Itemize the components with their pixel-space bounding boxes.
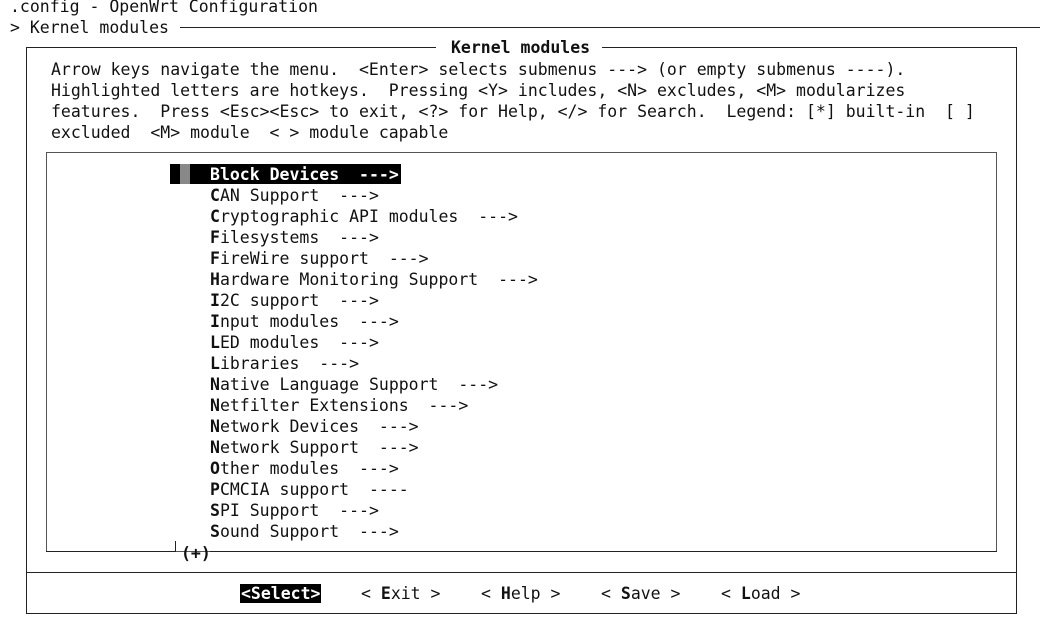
dialog-title: Kernel modules: [451, 38, 591, 57]
load-button[interactable]: < Load >: [721, 583, 800, 604]
button-bracket: <: [481, 584, 501, 603]
menu-item-crypto-api[interactable]: Cryptographic API modules --->: [210, 206, 518, 227]
dialog-top-border-right: [602, 47, 1017, 48]
dialog-left-border: [26, 47, 27, 614]
hotkey-letter: F: [210, 249, 220, 268]
menu-item-spi[interactable]: SPI Support --->: [210, 500, 379, 521]
hotkey-letter: B: [210, 165, 220, 184]
menu-item-sound[interactable]: Sound Support --->: [210, 521, 399, 542]
exit-button[interactable]: < Exit >: [361, 583, 440, 604]
dialog-bottom-border: [26, 613, 1017, 614]
hotkey-letter: E: [380, 584, 391, 603]
hotkey-letter: C: [210, 186, 220, 205]
button-label: oad >: [750, 584, 801, 603]
menu-item-label: ative Language Support --->: [219, 375, 499, 394]
menu-item-label: ound Support --->: [219, 522, 399, 541]
menu-box-bottom-right: [210, 551, 997, 552]
menu-item-led-modules[interactable]: LED modules --->: [210, 332, 379, 353]
menu-item-netfilter[interactable]: Netfilter Extensions --->: [210, 395, 468, 416]
hotkey-letter: F: [210, 228, 220, 247]
button-label: elp >: [510, 584, 561, 603]
select-button-label: <Select>: [240, 584, 322, 603]
menu-item-block-devices[interactable]: Block Devices --->: [210, 164, 399, 185]
hotkey-letter: S: [210, 522, 220, 541]
menu-item-label: etfilter Extensions --->: [219, 396, 469, 415]
menu-item-network-support[interactable]: Network Support --->: [210, 437, 419, 458]
hotkey-letter: O: [210, 459, 220, 478]
menu-item-other-modules[interactable]: Other modules --->: [210, 458, 399, 479]
menu-item-label: lock Devices --->: [219, 165, 399, 184]
selection-cursor: [180, 164, 190, 184]
hotkey-letter: S: [210, 501, 220, 520]
hotkey-letter: L: [210, 354, 220, 373]
window-title: .config - OpenWrt Configuration: [10, 0, 318, 16]
save-button[interactable]: < Save >: [601, 583, 680, 604]
menu-item-firewire[interactable]: FireWire support --->: [210, 248, 429, 269]
button-bracket: <: [601, 584, 621, 603]
hotkey-letter: S: [620, 584, 631, 603]
menu-item-hardware-monitoring[interactable]: Hardware Monitoring Support --->: [210, 269, 538, 290]
button-bracket: <: [361, 584, 381, 603]
menu-item-label: etwork Devices --->: [219, 417, 419, 436]
hotkey-letter: N: [210, 396, 220, 415]
hotkey-letter: N: [210, 375, 220, 394]
hotkey-letter: L: [740, 584, 751, 603]
more-indicator: (+): [181, 544, 211, 563]
menu-item-label: nput modules --->: [219, 312, 399, 331]
hotkey-letter: C: [210, 207, 220, 226]
button-bracket: <: [721, 584, 741, 603]
menu-item-filesystems[interactable]: Filesystems --->: [210, 227, 379, 248]
button-area-divider: [26, 572, 1017, 573]
menu-item-network-devices[interactable]: Network Devices --->: [210, 416, 419, 437]
breadcrumb-rule: [180, 27, 1040, 28]
help-line: features. Press <Esc><Esc> to exit, <?> …: [51, 102, 975, 121]
help-line: Arrow keys navigate the menu. <Enter> se…: [51, 60, 906, 79]
select-button[interactable]: <Select>: [240, 583, 322, 604]
menu-item-label: ilesystems --->: [219, 228, 379, 247]
hotkey-letter: L: [210, 333, 220, 352]
hotkey-letter: I: [210, 291, 220, 310]
menu-item-label: AN Support --->: [219, 186, 379, 205]
dialog-right-border: [1016, 47, 1017, 614]
menu-box: [46, 152, 997, 552]
hotkey-letter: H: [210, 270, 220, 289]
hotkey-letter: H: [500, 584, 511, 603]
button-label: xit >: [390, 584, 441, 603]
hotkey-letter: P: [210, 480, 220, 499]
hotkey-letter: I: [210, 312, 220, 331]
help-button[interactable]: < Help >: [481, 583, 560, 604]
dialog-top-border-left: [26, 47, 436, 48]
menu-box-bottom-tick: [175, 541, 176, 552]
menu-item-label: 2C support --->: [219, 291, 379, 310]
menu-item-label: ryptographic API modules --->: [219, 207, 518, 226]
menu-item-label: CMCIA support ----: [219, 480, 409, 499]
menu-item-label: ED modules --->: [219, 333, 379, 352]
breadcrumb: > Kernel modules: [10, 18, 169, 37]
menu-item-label: ireWire support --->: [219, 249, 429, 268]
menu-item-label: ardware Monitoring Support --->: [219, 270, 538, 289]
hotkey-letter: N: [210, 417, 220, 436]
menu-item-libraries[interactable]: Libraries --->: [210, 353, 359, 374]
hotkey-letter: N: [210, 438, 220, 457]
menu-item-input-modules[interactable]: Input modules --->: [210, 311, 399, 332]
menu-item-label: ther modules --->: [219, 459, 399, 478]
button-label: ave >: [630, 584, 681, 603]
menu-item-native-language[interactable]: Native Language Support --->: [210, 374, 498, 395]
menu-item-can-support[interactable]: CAN Support --->: [210, 185, 379, 206]
menu-item-i2c[interactable]: I2C support --->: [210, 290, 379, 311]
menu-item-label: etwork Support --->: [219, 438, 419, 457]
help-line: Highlighted letters are hotkeys. Pressin…: [51, 81, 906, 100]
menu-item-label: PI Support --->: [219, 501, 379, 520]
menu-item-label: ibraries --->: [219, 354, 360, 373]
menu-item-pcmcia[interactable]: PCMCIA support ----: [210, 479, 409, 500]
menu-box-bottom-left: [46, 551, 175, 552]
help-line: excluded <M> module < > module capable: [51, 123, 449, 142]
